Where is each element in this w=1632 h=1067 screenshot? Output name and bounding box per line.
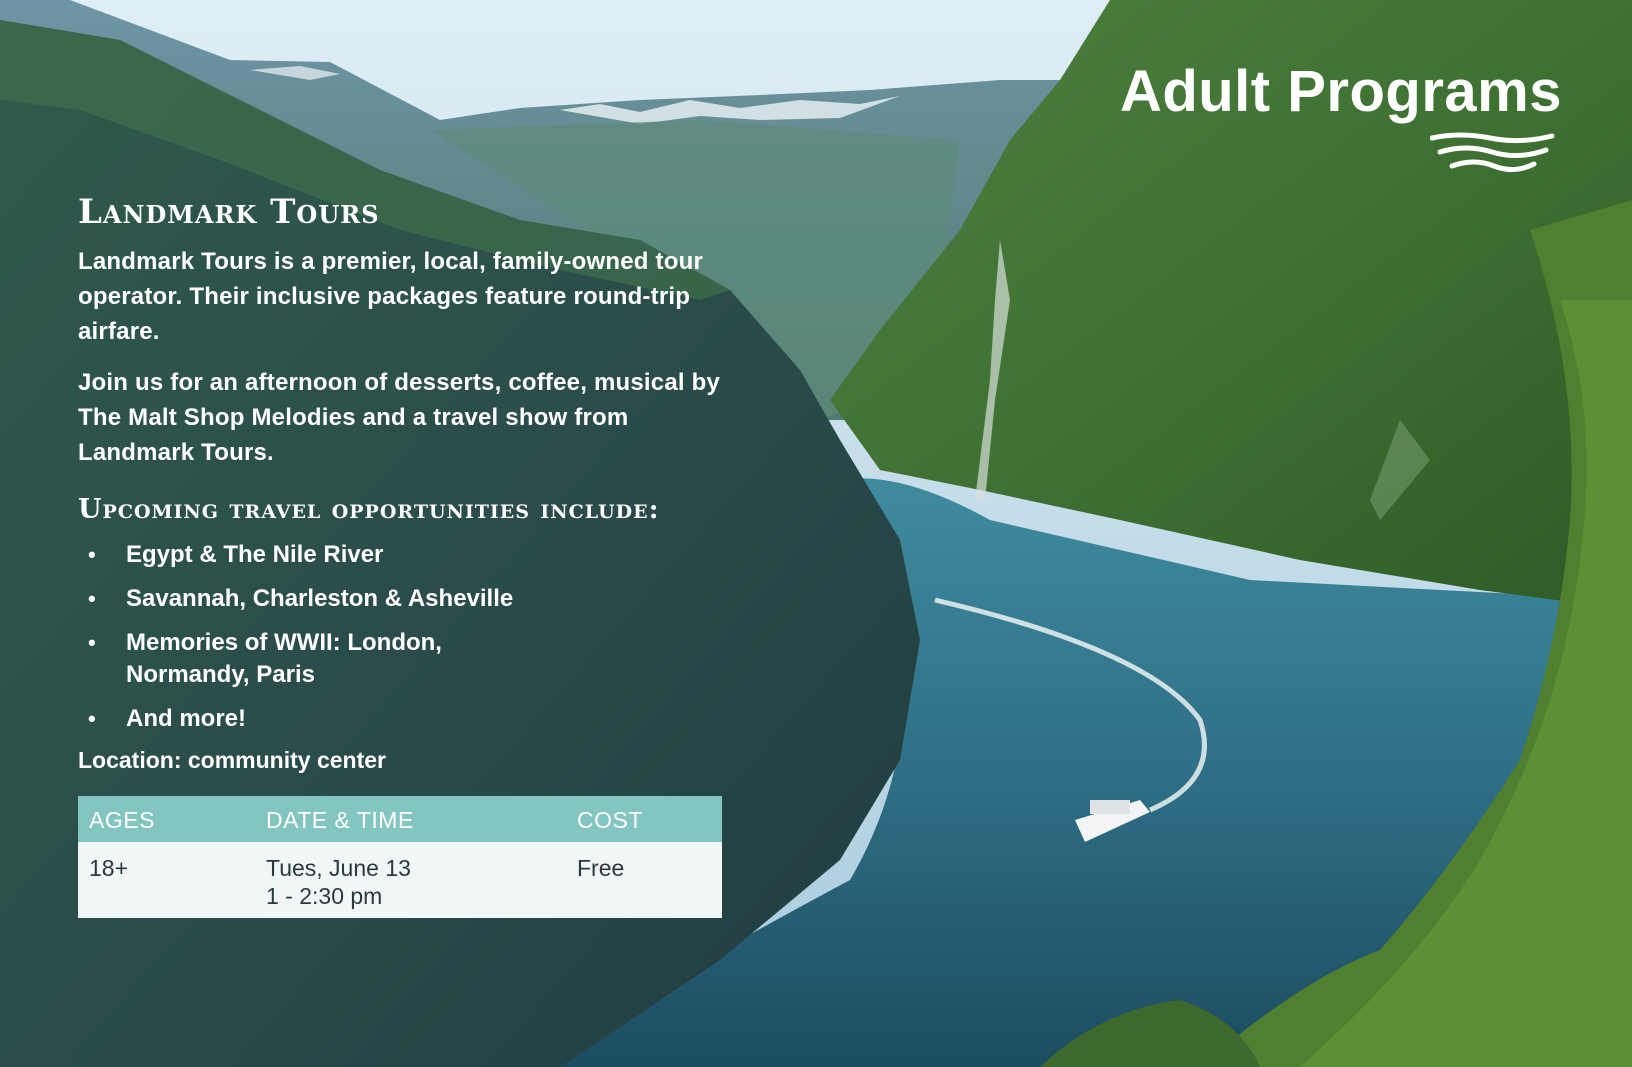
program-description: Landmark Tours is a premier, local, fami… (78, 248, 703, 345)
cell-date: Tues, June 13 (266, 855, 411, 881)
cell-date-time: Tues, June 13 1 - 2:30 pm (255, 842, 566, 918)
cell-ages: 18+ (78, 842, 255, 918)
program-invitation: Join us for an afternoon of desserts, co… (78, 369, 721, 466)
list-item: • Memories of WWII: London, Normandy, Par… (78, 627, 546, 691)
waves-icon (1430, 132, 1555, 172)
column-header-date-time: DATE & TIME (255, 796, 566, 842)
bullet-icon: • (88, 706, 96, 731)
bullet-icon: • (88, 630, 96, 655)
page-title: Adult Programs (1119, 59, 1562, 124)
program-location: Location: community center (78, 747, 386, 773)
trip-label: And more! (126, 705, 246, 732)
trip-label: Memories of WWII: London, Normandy, Pari… (126, 629, 442, 688)
opportunities-list: • Egypt & The Nile River • Savannah, Charl… (78, 539, 728, 735)
cell-time: 1 - 2:30 pm (266, 883, 383, 909)
column-header-cost: COST (566, 796, 722, 842)
list-item: • Savannah, Charleston & Asheville (78, 583, 546, 615)
column-header-ages: AGES (78, 796, 255, 842)
opportunities-heading: Upcoming travel opportunities include: (78, 494, 660, 525)
program-content: Landmark Tours Landmark Tours is a premi… (78, 192, 728, 918)
schedule-table: AGES DATE & TIME COST 18+ Tues, June 13 … (78, 796, 722, 918)
bullet-icon: • (88, 542, 96, 567)
trip-label: Savannah, Charleston & Asheville (126, 585, 514, 612)
list-item: • And more! (78, 703, 546, 735)
list-item: • Egypt & The Nile River (78, 539, 546, 571)
cell-cost: Free (566, 842, 722, 918)
table-row: 18+ Tues, June 13 1 - 2:30 pm Free (78, 842, 722, 918)
program-title: Landmark Tours (78, 192, 380, 232)
table-header-row: AGES DATE & TIME COST (78, 796, 722, 842)
bullet-icon: • (88, 586, 96, 611)
trip-label: Egypt & The Nile River (126, 541, 384, 568)
